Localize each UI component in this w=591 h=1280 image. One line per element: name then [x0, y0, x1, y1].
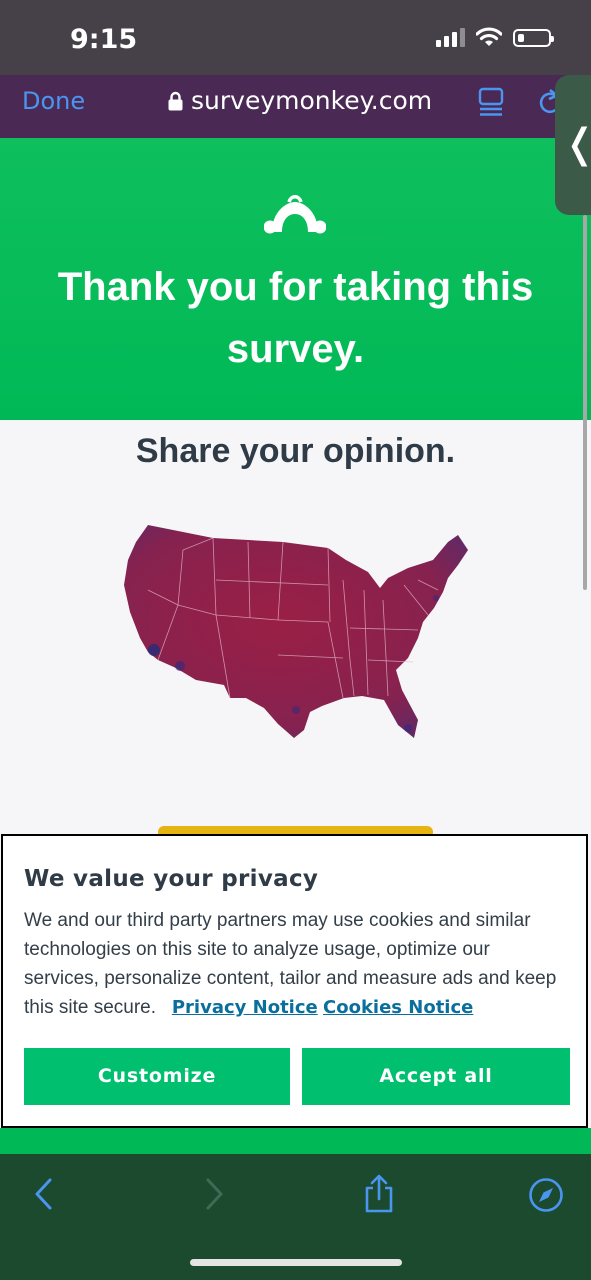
home-indicator: [190, 1259, 402, 1266]
us-map-image: [124, 525, 468, 738]
page-scrollbar[interactable]: [583, 215, 587, 590]
share-icon[interactable]: [364, 1174, 394, 1214]
thank-you-title: Thank you for taking this survey.: [57, 265, 534, 371]
share-opinion-heading: Share your opinion.: [135, 432, 456, 470]
lock-icon: [168, 91, 183, 110]
back-icon[interactable]: [32, 1176, 56, 1212]
accept-all-button[interactable]: Accept all: [302, 1048, 570, 1105]
done-button[interactable]: Done: [22, 87, 85, 115]
side-panel-tab[interactable]: ❬: [555, 75, 591, 215]
status-icons: [436, 27, 554, 47]
footer-strip: [0, 1128, 591, 1154]
status-bar: 9:15: [0, 0, 591, 75]
address-bar[interactable]: surveymonkey.com: [168, 86, 432, 115]
customize-button[interactable]: Customize: [24, 1048, 290, 1105]
forward-icon[interactable]: [202, 1176, 226, 1212]
thank-you-header: Thank you for taking this survey.: [0, 138, 591, 420]
cellular-signal-icon: [436, 27, 465, 47]
cookie-consent-banner: We value your privacy We and our third p…: [1, 834, 588, 1128]
url-text: surveymonkey.com: [191, 86, 433, 115]
cookies-notice-link[interactable]: Cookies Notice: [323, 997, 473, 1018]
compass-icon[interactable]: [528, 1177, 564, 1213]
reader-mode-icon[interactable]: [478, 87, 504, 117]
battery-icon: [513, 29, 554, 47]
cookie-banner-text: We and our third party partners may use …: [24, 906, 564, 1022]
surveymonkey-logo-icon: [264, 195, 326, 234]
cookie-banner-title: We value your privacy: [24, 866, 319, 892]
status-time: 9:15: [70, 24, 138, 55]
browser-bar: Done surveymonkey.com: [0, 75, 591, 138]
wifi-icon: [476, 27, 502, 46]
chevron-left-icon: ❬: [563, 121, 591, 167]
privacy-notice-link[interactable]: Privacy Notice: [172, 997, 318, 1018]
